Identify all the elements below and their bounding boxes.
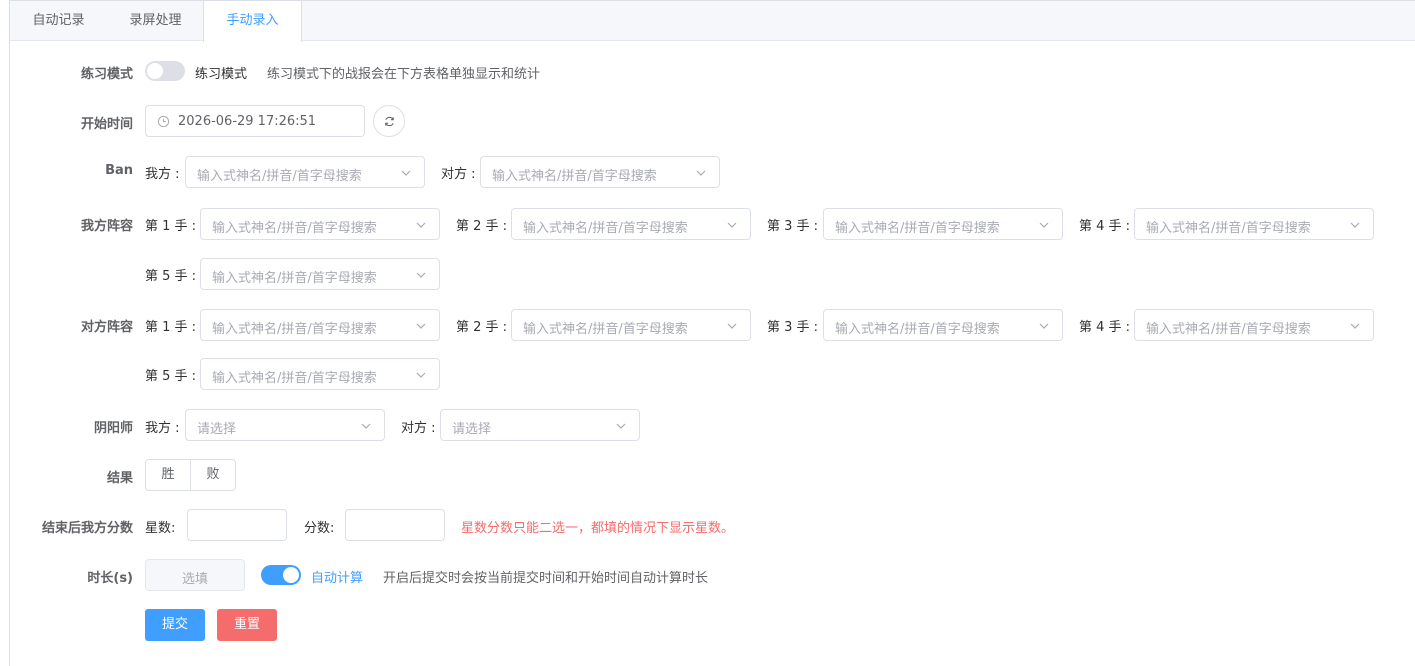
toggle-knob [147,63,163,79]
duration-placeholder: 选填 [181,572,208,587]
select-placeholder: 输入式神名/拼音/首字母搜索 [492,169,657,184]
their-pick-1-label: 第 1 手 : [145,320,197,335]
ban-ours-select[interactable]: 输入式神名/拼音/首字母搜索 [185,156,425,188]
result-label: 结果 [106,471,133,486]
reset-button[interactable]: 重置 [217,609,277,641]
chevron-down-icon [416,372,426,378]
their-pick-5-select[interactable]: 输入式神名/拼音/首字母搜索 [200,358,440,390]
their-pick-4-label: 第 4 手 : [1079,320,1131,335]
chevron-down-icon [727,222,737,228]
our-pick-1-label: 第 1 手 : [145,219,197,234]
select-placeholder: 输入式神名/拼音/首字母搜索 [212,322,377,337]
tab-bar: 自动记录 录屏处理 手动录入 [10,1,1415,42]
chevron-down-icon [1350,323,1360,329]
their-pick-2-label: 第 2 手 : [456,320,508,335]
our-pick-2-select[interactable]: 输入式神名/拼音/首字母搜索 [511,208,751,240]
select-placeholder: 请选择 [452,422,492,437]
chevron-down-icon [696,170,706,176]
submit-button[interactable]: 提交 [145,609,205,641]
our-pick-4-label: 第 4 手 : [1079,219,1131,234]
select-placeholder: 输入式神名/拼音/首字母搜索 [1146,221,1311,236]
practice-label: 练习模式 [80,67,133,82]
refresh-time-button[interactable] [373,105,405,137]
duration-input[interactable]: 选填 [145,559,245,591]
onmyoji-label: 阴阳师 [93,421,133,436]
practice-toggle[interactable] [145,61,185,81]
chevron-down-icon [401,170,411,176]
ban-theirs-label: 对方 : [441,167,476,182]
select-placeholder: 输入式神名/拼音/首字母搜索 [212,271,377,286]
onmyoji-theirs-label: 对方 : [401,421,436,436]
points-label: 分数: [304,521,335,536]
duration-label: 时长(s) [87,571,133,586]
practice-hint: 练习模式下的战报会在下方表格单独显示和统计 [267,67,541,82]
our-pick-1-select[interactable]: 输入式神名/拼音/首字母搜索 [200,208,440,240]
their-pick-3-select[interactable]: 输入式神名/拼音/首字母搜索 [823,309,1063,341]
tab-screen-record[interactable]: 录屏处理 [107,1,204,41]
our-lineup-label: 我方阵容 [80,219,133,234]
score-label: 结束后我方分数 [41,521,133,536]
onmyoji-theirs-select[interactable]: 请选择 [440,409,640,441]
ban-theirs-select[interactable]: 输入式神名/拼音/首字母搜索 [480,156,720,188]
our-pick-3-label: 第 3 手 : [767,219,819,234]
chevron-down-icon [616,423,626,429]
practice-toggle-text: 练习模式 [195,67,248,82]
select-placeholder: 输入式神名/拼音/首字母搜索 [197,169,362,184]
start-time-value: 2026-06-29 17:26:51 [178,114,317,129]
tab-auto-record[interactable]: 自动记录 [10,1,107,41]
result-win-button[interactable]: 胜 [146,460,191,490]
chevron-down-icon [361,423,371,429]
chevron-down-icon [1039,222,1049,228]
chevron-down-icon [727,323,737,329]
select-placeholder: 输入式神名/拼音/首字母搜索 [1146,322,1311,337]
our-pick-5-label: 第 5 手 : [145,269,197,284]
stars-input[interactable] [187,509,287,541]
result-lose-button[interactable]: 败 [191,460,235,490]
their-pick-4-select[interactable]: 输入式神名/拼音/首字母搜索 [1134,309,1374,341]
our-pick-5-select[interactable]: 输入式神名/拼音/首字母搜索 [200,258,440,290]
chevron-down-icon [416,222,426,228]
auto-calc-hint: 开启后提交时会按当前提交时间和开始时间自动计算时长 [383,571,709,586]
tab-manual-entry[interactable]: 手动录入 [203,1,302,42]
clock-icon [157,115,170,128]
start-time-picker[interactable]: 2026-06-29 17:26:51 [145,105,365,137]
chevron-down-icon [416,272,426,278]
chevron-down-icon [1350,222,1360,228]
their-lineup-label: 对方阵容 [80,320,133,335]
our-pick-4-select[interactable]: 输入式神名/拼音/首字母搜索 [1134,208,1374,240]
select-placeholder: 输入式神名/拼音/首字母搜索 [523,221,688,236]
select-placeholder: 输入式神名/拼音/首字母搜索 [212,371,377,386]
auto-calc-text: 自动计算 [311,571,364,586]
onmyoji-ours-label: 我方 : [145,421,180,436]
points-input[interactable] [345,509,445,541]
our-pick-2-label: 第 2 手 : [456,219,508,234]
chevron-down-icon [1039,323,1049,329]
score-warning: 星数分数只能二选一，都填的情况下显示星数。 [461,521,735,536]
start-time-label: 开始时间 [80,117,133,132]
their-pick-2-select[interactable]: 输入式神名/拼音/首字母搜索 [511,309,751,341]
onmyoji-ours-select[interactable]: 请选择 [185,409,385,441]
their-pick-1-select[interactable]: 输入式神名/拼音/首字母搜索 [200,309,440,341]
select-placeholder: 输入式神名/拼音/首字母搜索 [523,322,688,337]
select-placeholder: 输入式神名/拼音/首字母搜索 [835,322,1000,337]
select-placeholder: 输入式神名/拼音/首字母搜索 [212,221,377,236]
their-pick-3-label: 第 3 手 : [767,320,819,335]
select-placeholder: 输入式神名/拼音/首字母搜索 [835,221,1000,236]
stars-label: 星数: [145,521,176,536]
ban-label: Ban [105,163,133,178]
chevron-down-icon [416,323,426,329]
refresh-icon [385,116,394,127]
toggle-knob [283,567,299,583]
auto-calc-toggle[interactable] [261,565,301,585]
ban-ours-label: 我方 : [145,167,180,182]
result-group: 胜 败 [145,459,236,491]
select-placeholder: 请选择 [197,422,237,437]
our-pick-3-select[interactable]: 输入式神名/拼音/首字母搜索 [823,208,1063,240]
their-pick-5-label: 第 5 手 : [145,369,197,384]
